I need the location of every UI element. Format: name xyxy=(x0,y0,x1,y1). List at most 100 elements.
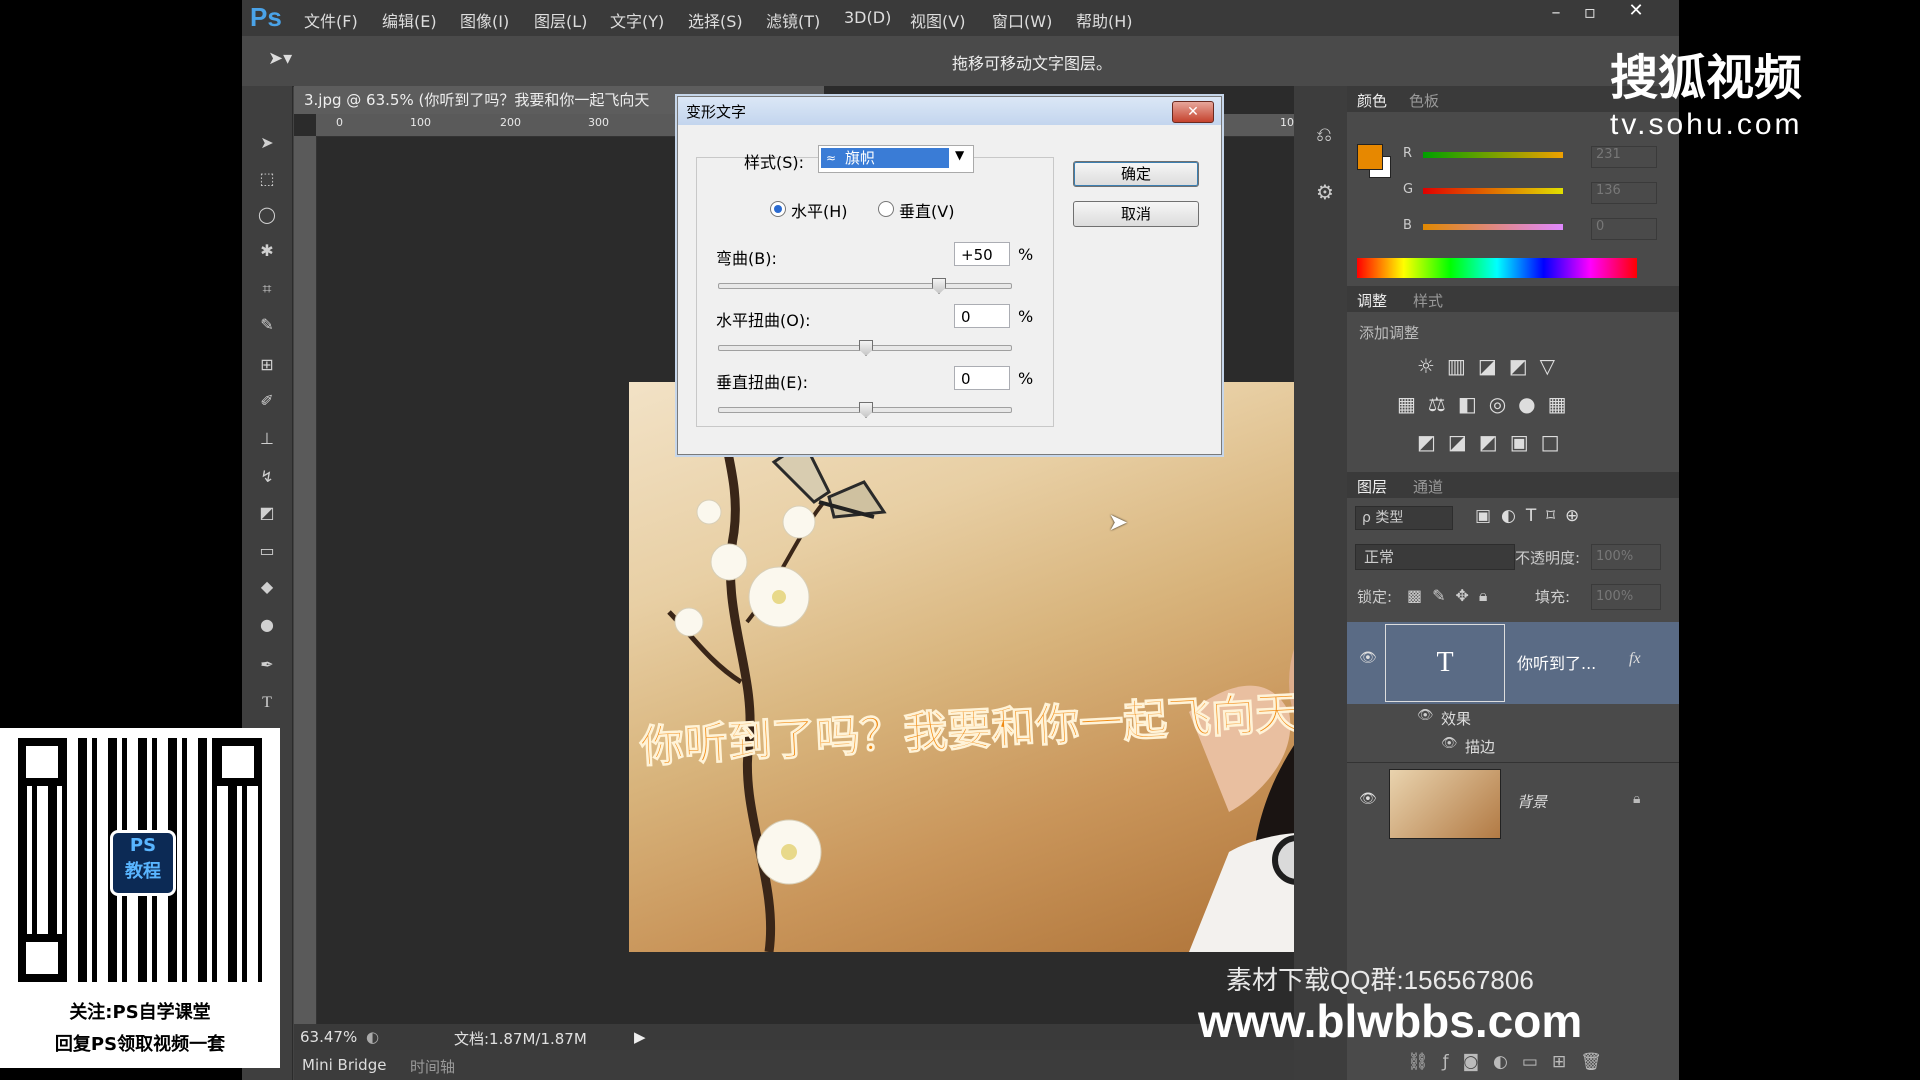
move-tool-icon[interactable]: ➤ xyxy=(254,130,280,156)
crop-tool-icon[interactable]: ⌗ xyxy=(254,276,280,302)
status-icon[interactable]: ◐ xyxy=(366,1028,379,1046)
tab-swatches[interactable]: 色板 xyxy=(1409,90,1439,111)
channel-b-label: B xyxy=(1403,218,1412,233)
minimize-button[interactable]: – xyxy=(1540,2,1572,24)
channel-b-slider[interactable] xyxy=(1423,224,1563,230)
visibility-eye-icon[interactable]: 👁︎ xyxy=(1359,791,1377,807)
color-spectrum-bar[interactable] xyxy=(1357,258,1637,278)
channel-g-value[interactable]: 136 xyxy=(1591,182,1657,204)
menu-bar: Ps 文件(F) 编辑(E) 图像(I) 图层(L) 文字(Y) 选择(S) 滤… xyxy=(242,0,1679,36)
channel-g-slider[interactable] xyxy=(1423,188,1563,194)
menu-select[interactable]: 选择(S) xyxy=(688,8,743,32)
vertical-radio[interactable] xyxy=(878,201,894,217)
eraser-tool-icon[interactable]: ◩ xyxy=(254,500,280,526)
vdistort-slider[interactable] xyxy=(718,402,1012,418)
text-layer-name[interactable]: 你听到了... xyxy=(1517,650,1596,674)
style-select[interactable]: ≈ 旗帜 ▼ xyxy=(818,145,974,173)
properties-panel-icon[interactable]: ⚙ xyxy=(1316,180,1334,204)
menu-help[interactable]: 帮助(H) xyxy=(1076,8,1133,32)
dialog-title: 变形文字 xyxy=(686,103,747,121)
tab-channels[interactable]: 通道 xyxy=(1413,476,1443,497)
qr-finder-bl xyxy=(18,934,66,982)
layer-row-text[interactable]: 👁︎ T 你听到了... fx xyxy=(1347,622,1679,704)
menu-edit[interactable]: 编辑(E) xyxy=(382,8,437,32)
channel-r-slider[interactable] xyxy=(1423,152,1563,158)
menu-view[interactable]: 视图(V) xyxy=(910,8,965,32)
eyedropper-icon[interactable]: ✎ xyxy=(254,312,280,338)
move-tool-preset-icon[interactable]: ➤▾ xyxy=(268,48,292,69)
vdistort-field[interactable]: 0 xyxy=(954,366,1010,390)
history-brush-icon[interactable]: ↯ xyxy=(254,464,280,490)
vertical-label[interactable]: 垂直(V) xyxy=(899,198,954,222)
bend-slider[interactable] xyxy=(718,278,1012,294)
visibility-eye-icon[interactable]: 👁︎ xyxy=(1359,650,1377,666)
gradient-tool-icon[interactable]: ▭ xyxy=(254,538,280,564)
history-panel-icon[interactable]: ⎌ xyxy=(1316,122,1332,146)
tab-mini-bridge[interactable]: Mini Bridge xyxy=(302,1056,386,1074)
type-tool-icon[interactable]: T xyxy=(254,690,280,716)
mouse-cursor-icon: ➤ xyxy=(1108,508,1129,536)
tab-adjustments[interactable]: 调整 xyxy=(1357,290,1387,311)
menu-3d[interactable]: 3D(D) xyxy=(844,8,891,27)
zoom-level[interactable]: 63.47% xyxy=(300,1028,357,1046)
layer-effects-row[interactable]: 👁︎ 效果 xyxy=(1347,704,1679,732)
background-layer-name[interactable]: 背景 xyxy=(1517,791,1547,812)
layers-footer-icons[interactable]: ⛓ƒ◙◐▭⊞🗑︎ xyxy=(1407,1052,1616,1072)
tab-layers[interactable]: 图层 xyxy=(1357,476,1387,497)
channel-r-label: R xyxy=(1403,146,1413,161)
tab-styles[interactable]: 样式 xyxy=(1413,290,1443,311)
hdistort-field[interactable]: 0 xyxy=(954,304,1010,328)
stroke-eye-icon[interactable]: 👁︎ xyxy=(1441,736,1458,751)
options-bar: ➤▾ 拖移可移动文字图层。 xyxy=(242,36,1679,87)
effects-eye-icon[interactable]: 👁︎ xyxy=(1417,708,1434,723)
channel-b-value[interactable]: 0 xyxy=(1591,218,1657,240)
ruler-vertical xyxy=(294,136,317,1066)
fill-label: 填充: xyxy=(1535,588,1571,606)
channel-r-value[interactable]: 231 xyxy=(1591,146,1657,168)
dialog-close-button[interactable]: ✕ xyxy=(1172,101,1214,123)
dodge-tool-icon[interactable]: ● xyxy=(254,612,280,638)
magic-wand-icon[interactable]: ✱ xyxy=(254,238,280,264)
layer-stroke-row[interactable]: 👁︎ 描边 xyxy=(1347,732,1679,760)
foreground-swatch[interactable] xyxy=(1357,144,1383,170)
hdistort-slider[interactable] xyxy=(718,340,1012,356)
ruler-label: 0 xyxy=(336,116,343,129)
blend-mode-select[interactable]: 正常 xyxy=(1355,544,1515,570)
opacity-field[interactable]: 100% xyxy=(1591,544,1661,570)
menu-window[interactable]: 窗口(W) xyxy=(992,8,1052,32)
healing-brush-icon[interactable]: ⊞ xyxy=(254,352,280,378)
menu-filter[interactable]: 滤镜(T) xyxy=(766,8,820,32)
restore-button[interactable]: ▫ xyxy=(1574,2,1606,24)
brush-tool-icon[interactable]: ✐ xyxy=(254,388,280,414)
fx-badge[interactable]: fx xyxy=(1629,650,1641,668)
menu-type[interactable]: 文字(Y) xyxy=(610,8,664,32)
marquee-tool-icon[interactable]: ⬚ xyxy=(254,166,280,192)
lasso-tool-icon[interactable]: ◯ xyxy=(254,202,280,228)
status-bar: 63.47% ◐ 文档:1.87M/1.87M ▶ xyxy=(294,1024,1316,1050)
bend-field[interactable]: +50 xyxy=(954,242,1010,266)
tab-color[interactable]: 颜色 xyxy=(1357,90,1387,111)
tab-timeline[interactable]: 时间轴 xyxy=(410,1056,455,1077)
layer-filter-select[interactable]: ρ 类型 xyxy=(1355,506,1453,530)
chevron-down-icon[interactable]: ▼ xyxy=(955,148,964,162)
site-url-watermark: www.blwbbs.com xyxy=(1198,995,1583,1047)
horizontal-label[interactable]: 水平(H) xyxy=(791,198,848,222)
fill-field[interactable]: 100% xyxy=(1591,584,1661,610)
layer-row-background[interactable]: 👁︎ 背景 🔒︎ xyxy=(1347,762,1679,841)
ps-course-badge: PS 教程 xyxy=(110,830,176,896)
blur-tool-icon[interactable]: ◆ xyxy=(254,574,280,600)
pen-tool-icon[interactable]: ✒ xyxy=(254,652,280,678)
ok-button[interactable]: 确定 xyxy=(1073,161,1199,187)
layer-filter-icons[interactable]: ▣◐T⌑⊕ xyxy=(1475,506,1589,526)
cancel-button[interactable]: 取消 xyxy=(1073,201,1199,227)
options-hint: 拖移可移动文字图层。 xyxy=(952,54,1113,73)
menu-image[interactable]: 图像(I) xyxy=(460,8,509,32)
horizontal-radio[interactable] xyxy=(770,201,786,217)
warp-text-dialog: 变形文字 ✕ 样式(S): ≈ 旗帜 ▼ 水平(H) 垂直(V) 弯曲(B): … xyxy=(677,96,1222,455)
status-menu-arrow-icon[interactable]: ▶ xyxy=(634,1028,646,1046)
close-button[interactable]: ✕ xyxy=(1614,0,1658,24)
lock-icons[interactable]: ▩✎✥🔒︎ xyxy=(1407,586,1497,606)
menu-layer[interactable]: 图层(L) xyxy=(534,8,587,32)
menu-file[interactable]: 文件(F) xyxy=(304,8,358,32)
stamp-tool-icon[interactable]: ⊥ xyxy=(254,426,280,452)
